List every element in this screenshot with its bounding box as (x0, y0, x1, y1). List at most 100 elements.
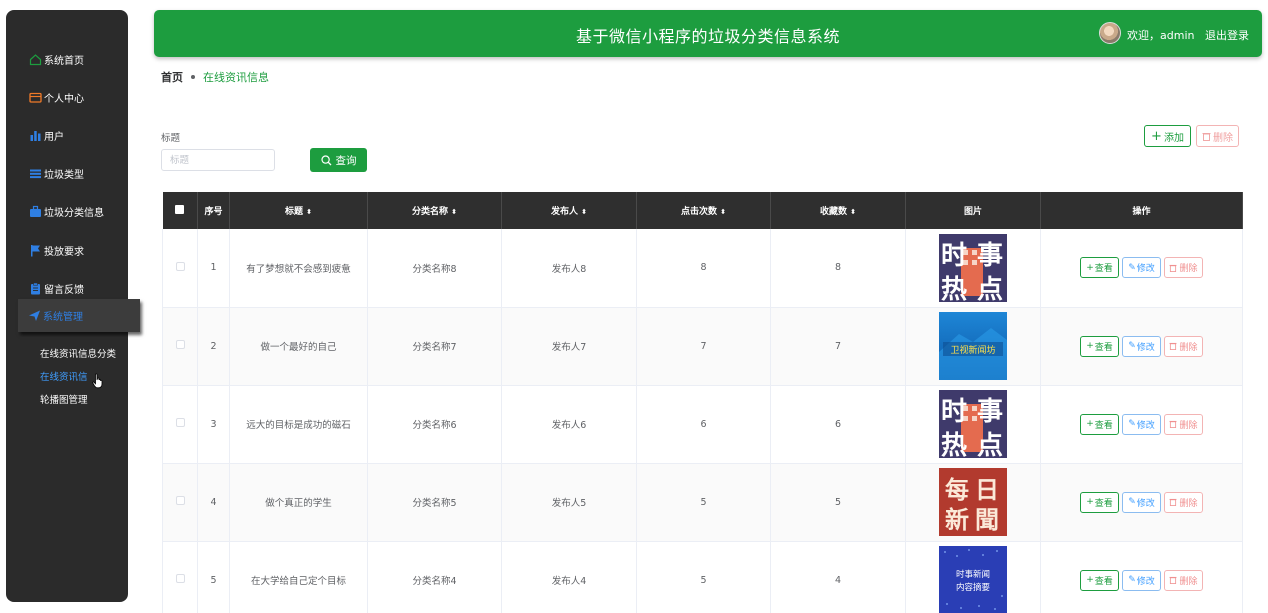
avatar[interactable] (1099, 22, 1121, 44)
trash-icon (1169, 576, 1178, 584)
svg-text:日: 日 (975, 475, 999, 504)
view-button[interactable]: + 查看 (1080, 257, 1119, 279)
row-select-cell[interactable] (162, 307, 198, 386)
column-header-favorites[interactable]: 收藏数 ⬍ (770, 192, 906, 229)
pencil-icon: ✎ (1128, 262, 1136, 273)
edit-button[interactable]: ✎ 修改 (1122, 569, 1161, 591)
edit-button[interactable]: ✎ 修改 (1122, 335, 1161, 357)
row-checkbox[interactable] (175, 496, 185, 505)
row-thumbnail[interactable]: 每 日 新 聞 (939, 468, 1007, 536)
clipboard-icon (29, 282, 42, 295)
select-all-checkbox[interactable] (175, 204, 185, 214)
table-row[interactable]: 1 有了梦想就不会感到疲惫 分类名称8 发布人8 8 8 时 事 热 点 + 查看… (162, 229, 1243, 308)
sidebar-item-users[interactable]: 用户 (6, 120, 128, 150)
column-header-title[interactable]: 标题 ⬍ (229, 192, 368, 229)
row-select-cell[interactable] (162, 229, 198, 308)
sort-icon[interactable]: ⬍ (451, 208, 457, 216)
sidebar-subitem-news-category[interactable]: 在线资讯信息分类 (40, 346, 116, 360)
table-row[interactable]: 3 远大的目标是成功的磁石 分类名称6 发布人6 6 6 时 事 热 点 + 查看… (162, 385, 1243, 464)
search-input[interactable] (161, 149, 275, 171)
sidebar-item-label: 留言反馈 (44, 284, 84, 296)
sidebar-subitem-carousel[interactable]: 轮播图管理 (40, 392, 88, 406)
sidebar-item-label: 系统首页 (44, 55, 84, 67)
delete-button[interactable]: 删除 (1164, 257, 1203, 279)
row-checkbox[interactable] (175, 418, 185, 427)
plus-icon: + (1086, 575, 1094, 585)
table-row[interactable]: 4 做个真正的学生 分类名称5 发布人5 5 5 每 日 新 聞 + 查看 ✎ 修改… (162, 463, 1243, 542)
delete-button[interactable]: 删除 (1164, 569, 1203, 591)
row-favorites: 4 (770, 541, 906, 613)
row-select-cell[interactable] (162, 463, 198, 542)
row-clicks: 6 (636, 385, 771, 464)
row-title: 做一个最好的自己 (229, 307, 368, 386)
view-button[interactable]: + 查看 (1080, 569, 1119, 591)
sidebar-item-requirements[interactable]: 投放要求 (6, 235, 128, 265)
row-thumbnail[interactable]: 时事新闻 内容摘要 (939, 546, 1007, 613)
delete-button[interactable]: 删除 (1164, 335, 1203, 357)
sidebar-item-label: 垃圾类型 (44, 169, 84, 181)
search-label: 标题 (161, 133, 181, 144)
row-publisher: 发布人7 (501, 307, 637, 386)
row-favorites: 6 (770, 385, 906, 464)
logout-link[interactable]: 退出登录 (1205, 27, 1249, 43)
send-icon (28, 309, 41, 322)
top-header: 基于微信小程序的垃圾分类信息系统 欢迎，admin 退出登录 (154, 10, 1262, 57)
sidebar-item-label: 投放要求 (44, 246, 84, 258)
row-checkbox[interactable] (175, 340, 185, 349)
column-header: 操作 (1040, 192, 1243, 229)
row-publisher: 发布人4 (501, 541, 637, 613)
sort-icon[interactable]: ⬍ (720, 208, 726, 216)
breadcrumb-home[interactable]: 首页 (161, 69, 183, 85)
column-header-category[interactable]: 分类名称 ⬍ (367, 192, 502, 229)
row-actions: + 查看 ✎ 修改 删除 (1040, 541, 1243, 613)
delete-button[interactable]: 删除 (1164, 491, 1203, 513)
svg-text:聞: 聞 (975, 505, 999, 534)
sidebar-item-garbage-info[interactable]: 垃圾分类信息 (6, 196, 128, 226)
edit-button[interactable]: ✎ 修改 (1122, 491, 1161, 513)
svg-text:时: 时 (941, 241, 967, 271)
sidebar-item-garbage-type[interactable]: 垃圾类型 (6, 158, 128, 188)
row-thumbnail[interactable]: 卫视新闻坊 (939, 312, 1007, 380)
sort-icon[interactable]: ⬍ (581, 208, 587, 216)
sidebar-subitem-news[interactable]: 在线资讯信 (40, 369, 88, 383)
column-header-clicks[interactable]: 点击次数 ⬍ (636, 192, 771, 229)
column-header-publisher[interactable]: 发布人 ⬍ (501, 192, 637, 229)
row-checkbox[interactable] (175, 261, 185, 271)
row-checkbox[interactable] (175, 574, 185, 583)
edit-button[interactable]: ✎ 修改 (1122, 413, 1161, 435)
batch-delete-button[interactable]: 删除 (1196, 125, 1239, 147)
add-button-label: 添加 (1163, 132, 1184, 144)
home-icon (29, 53, 42, 66)
row-actions: + 查看 ✎ 修改 删除 (1040, 307, 1243, 386)
row-index: 4 (197, 463, 230, 542)
sidebar-item-profile[interactable]: 个人中心 (6, 82, 128, 112)
column-header: 图片 (905, 192, 1041, 229)
row-thumbnail[interactable]: 时 事 热 点 (939, 233, 1007, 302)
view-button[interactable]: + 查看 (1080, 491, 1119, 513)
app-title: 基于微信小程序的垃圾分类信息系统 (575, 27, 840, 46)
row-select-cell[interactable] (162, 385, 198, 464)
edit-button[interactable]: ✎ 修改 (1122, 257, 1161, 279)
pencil-icon: ✎ (1128, 341, 1136, 351)
sidebar-item-label: 垃圾分类信息 (44, 207, 104, 219)
batch-delete-label: 删除 (1213, 132, 1233, 144)
breadcrumb-separator (191, 75, 195, 79)
sidebar-item-system[interactable]: 系统管理 (18, 299, 140, 332)
view-button[interactable]: + 查看 (1080, 413, 1119, 435)
view-button[interactable]: + 查看 (1080, 335, 1119, 357)
plus-icon: + (1086, 341, 1094, 351)
row-title: 在大学给自己定个目标 (229, 541, 368, 613)
row-actions: + 查看 ✎ 修改 删除 (1040, 229, 1243, 308)
table-row[interactable]: 5 在大学给自己定个目标 分类名称4 发布人4 5 4 时事新闻 内容摘要 + 查… (162, 541, 1243, 613)
sort-icon[interactable]: ⬍ (850, 208, 856, 216)
table-row[interactable]: 2 做一个最好的自己 分类名称7 发布人7 7 7 卫视新闻坊 + 查看 ✎ 修改 … (162, 307, 1243, 386)
search-button[interactable]: 查询 (310, 148, 367, 172)
row-select-cell[interactable] (162, 541, 198, 613)
delete-button[interactable]: 删除 (1164, 413, 1203, 435)
select-all-cell[interactable] (162, 192, 198, 229)
table-header-row: 序号 标题 ⬍ 分类名称 ⬍ 发布人 ⬍ 点击次数 ⬍ 收藏数 ⬍ 图片 操作 (162, 192, 1243, 229)
sort-icon[interactable]: ⬍ (306, 208, 312, 216)
row-thumbnail[interactable]: 时 事 热 点 (939, 390, 1007, 458)
add-button[interactable]: + 添加 (1144, 125, 1191, 147)
sidebar-item-home[interactable]: 系统首页 (6, 44, 128, 74)
